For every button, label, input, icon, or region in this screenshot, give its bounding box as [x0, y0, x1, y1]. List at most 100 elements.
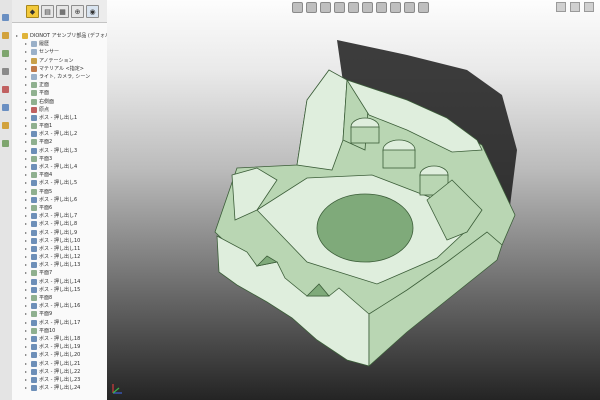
expand-arrow-icon[interactable]: ▸ [25, 156, 29, 161]
tree-item[interactable]: ▸ ボス - 押し出し14 [12, 278, 107, 286]
tree-item[interactable]: ▸ 履歴 [12, 40, 107, 48]
expand-arrow-icon[interactable]: ▸ [25, 189, 29, 194]
configurationmanager-tab[interactable]: ▦ [56, 5, 69, 18]
tree-item[interactable]: ▸ 平面9 [12, 310, 107, 318]
tree-item[interactable]: ▸ 平面10 [12, 327, 107, 335]
expand-arrow-icon[interactable]: ▸ [25, 377, 29, 382]
tree-item[interactable]: ▸ ボス - 押し出し13 [12, 261, 107, 269]
expand-arrow-icon[interactable]: ▸ [25, 369, 29, 374]
tree-item[interactable]: ▸ 正面 [12, 81, 107, 89]
tree-item[interactable]: ▸ 平面2 [12, 138, 107, 146]
expand-arrow-icon[interactable]: ▸ [25, 197, 29, 202]
expand-arrow-icon[interactable]: ▸ [25, 246, 29, 251]
revolve-icon[interactable] [2, 50, 9, 57]
tree-item[interactable]: ▸ 平面7 [12, 269, 107, 277]
tree-item[interactable]: ▸ ボス - 押し出し21 [12, 360, 107, 368]
tree-item[interactable]: ▸ ボス - 押し出し16 [12, 302, 107, 310]
expand-arrow-icon[interactable]: ▸ [25, 255, 29, 259]
expand-arrow-icon[interactable]: ▸ [16, 34, 20, 38]
expand-arrow-icon[interactable]: ▸ [25, 50, 29, 54]
expand-arrow-icon[interactable]: ▸ [25, 140, 29, 144]
expand-arrow-icon[interactable]: ▸ [25, 214, 29, 218]
expand-arrow-icon[interactable]: ▸ [25, 83, 29, 87]
tree-item[interactable]: ▸ ボス - 押し出し8 [12, 220, 107, 228]
expand-arrow-icon[interactable]: ▸ [25, 132, 29, 136]
expand-arrow-icon[interactable]: ▸ [25, 238, 29, 243]
display-manager-tab[interactable]: ◉ [86, 5, 99, 18]
expand-arrow-icon[interactable]: ▸ [25, 99, 29, 104]
expand-arrow-icon[interactable]: ▸ [25, 173, 29, 177]
expand-arrow-icon[interactable]: ▸ [25, 148, 29, 153]
tree-item[interactable]: ▸ ライト, カメラ, シーン [12, 73, 107, 81]
expand-arrow-icon[interactable]: ▸ [25, 66, 29, 71]
tree-item[interactable]: ▸ ボス - 押し出し23 [12, 376, 107, 384]
expand-arrow-icon[interactable]: ▸ [25, 312, 29, 316]
tree-item[interactable]: ▸ ボス - 押し出し3 [12, 147, 107, 155]
tree-item[interactable]: ▸ 平面4 [12, 171, 107, 179]
tree-item[interactable]: ▸ ボス - 押し出し6 [12, 196, 107, 204]
expand-arrow-icon[interactable]: ▸ [25, 345, 29, 349]
sketch-icon[interactable] [2, 14, 9, 21]
mirror-icon[interactable] [2, 140, 9, 147]
tree-item[interactable]: ▸ ボス - 押し出し11 [12, 245, 107, 253]
dimxpert-tab[interactable]: ⊕ [71, 5, 84, 18]
tree-item[interactable]: ▸ ボス - 押し出し24 [12, 384, 107, 392]
expand-arrow-icon[interactable]: ▸ [25, 230, 29, 235]
expand-arrow-icon[interactable]: ▸ [25, 386, 29, 390]
graphics-viewport[interactable] [107, 0, 600, 400]
tree-item[interactable]: ▸ 平面1 [12, 122, 107, 130]
tree-item[interactable]: ▸ ボス - 押し出し1 [12, 114, 107, 122]
tree-item[interactable]: ▸ 平面 [12, 89, 107, 97]
expand-arrow-icon[interactable]: ▸ [25, 74, 29, 79]
propertymanager-tab[interactable]: ▤ [41, 5, 54, 18]
tree-item[interactable]: ▸ ボス - 押し出し9 [12, 229, 107, 237]
tree-item[interactable]: ▸ ボス - 押し出し4 [12, 163, 107, 171]
tree-item[interactable]: ▸ アノテーション [12, 57, 107, 65]
expand-arrow-icon[interactable]: ▸ [25, 336, 29, 341]
expand-arrow-icon[interactable]: ▸ [25, 165, 29, 169]
fillet-icon[interactable] [2, 68, 9, 75]
pattern-icon[interactable] [2, 122, 9, 129]
expand-arrow-icon[interactable]: ▸ [25, 205, 29, 210]
tree-item[interactable]: ▸ 平面8 [12, 294, 107, 302]
expand-arrow-icon[interactable]: ▸ [25, 353, 29, 357]
expand-arrow-icon[interactable]: ▸ [25, 107, 29, 112]
tree-item[interactable]: ▸ ボス - 押し出し7 [12, 212, 107, 220]
expand-arrow-icon[interactable]: ▸ [25, 115, 29, 120]
expand-arrow-icon[interactable]: ▸ [25, 287, 29, 292]
tree-item[interactable]: ▸ 平面5 [12, 188, 107, 196]
tree-item[interactable]: ▸ ボス - 押し出し15 [12, 286, 107, 294]
shell-icon[interactable] [2, 104, 9, 111]
tree-item[interactable]: ▸ 右側面 [12, 98, 107, 106]
featuremanager-tab[interactable]: ◆ [26, 5, 39, 18]
3d-model-view[interactable] [107, 0, 600, 400]
expand-arrow-icon[interactable]: ▸ [25, 42, 29, 46]
expand-arrow-icon[interactable]: ▸ [25, 320, 29, 325]
expand-arrow-icon[interactable]: ▸ [25, 222, 29, 226]
extrude-icon[interactable] [2, 32, 9, 39]
tree-item[interactable]: ▸ DIONOT アセンブリ部品 (デフォルト< [12, 32, 107, 40]
expand-arrow-icon[interactable]: ▸ [25, 271, 29, 275]
expand-arrow-icon[interactable]: ▸ [25, 328, 29, 333]
expand-arrow-icon[interactable]: ▸ [25, 181, 29, 185]
tree-item[interactable]: ▸ 平面6 [12, 204, 107, 212]
expand-arrow-icon[interactable]: ▸ [25, 91, 29, 95]
chamfer-icon[interactable] [2, 86, 9, 93]
tree-item[interactable]: ▸ ボス - 押し出し22 [12, 368, 107, 376]
tree-item[interactable]: ▸ ボス - 押し出し10 [12, 237, 107, 245]
tree-item[interactable]: ▸ ボス - 押し出し12 [12, 253, 107, 261]
expand-arrow-icon[interactable]: ▸ [25, 361, 29, 366]
tree-item[interactable]: ▸ 平面3 [12, 155, 107, 163]
expand-arrow-icon[interactable]: ▸ [25, 263, 29, 267]
tree-item[interactable]: ▸ マテリアル <指定> [12, 65, 107, 73]
tree-item[interactable]: ▸ センサー [12, 48, 107, 56]
tree-item[interactable]: ▸ ボス - 押し出し2 [12, 130, 107, 138]
tree-item[interactable]: ▸ ボス - 押し出し20 [12, 351, 107, 359]
expand-arrow-icon[interactable]: ▸ [25, 58, 29, 63]
tree-item[interactable]: ▸ ボス - 押し出し5 [12, 179, 107, 187]
expand-arrow-icon[interactable]: ▸ [25, 279, 29, 284]
tree-item[interactable]: ▸ ボス - 押し出し19 [12, 343, 107, 351]
tree-item[interactable]: ▸ ボス - 押し出し17 [12, 319, 107, 327]
expand-arrow-icon[interactable]: ▸ [25, 124, 29, 128]
tree-item[interactable]: ▸ 原点 [12, 106, 107, 114]
